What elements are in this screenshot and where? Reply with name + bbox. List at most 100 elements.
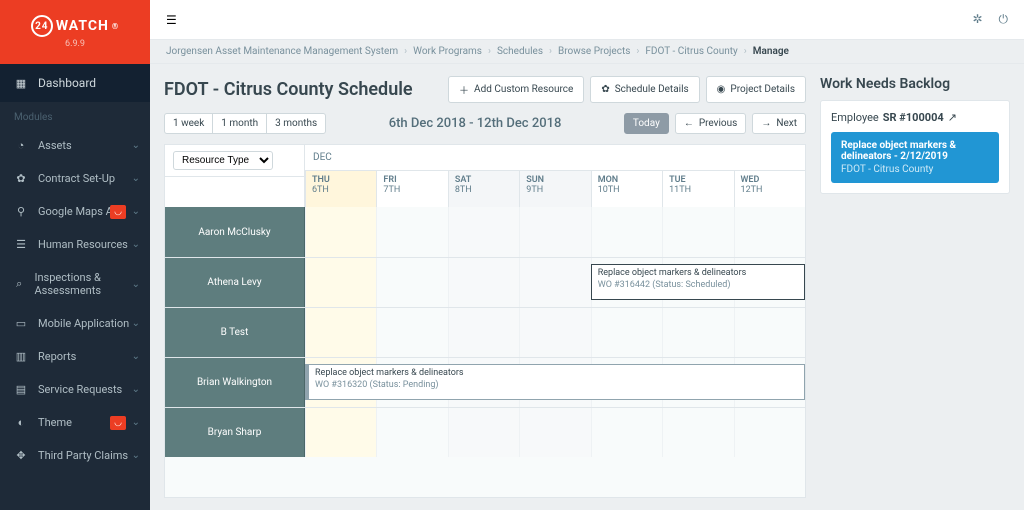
previous-button[interactable]: ← Previous <box>675 113 747 134</box>
breadcrumb-link[interactable]: Work Programs <box>413 46 482 57</box>
next-button[interactable]: → Next <box>752 113 806 134</box>
time-cell[interactable] <box>376 207 447 257</box>
sr-link[interactable]: Employee SR #100004 ↗ <box>831 111 999 124</box>
sidebar-item-inspections-assessments[interactable]: ⌕Inspections & Assessments⌄ <box>0 261 150 307</box>
scheduler: Resource Type DEC THU6THFRI7THSAT8THSUN9… <box>164 144 806 498</box>
resource-cell[interactable]: Brian Walkington <box>165 358 305 407</box>
pin-icon: ⚲ <box>14 205 28 218</box>
time-cell[interactable] <box>662 408 733 457</box>
backlog-work-item[interactable]: Replace object markers & delineators - 2… <box>831 132 999 183</box>
sidebar-item-label: Service Requests <box>38 383 122 396</box>
next-label: Next <box>776 118 797 129</box>
time-cell[interactable] <box>734 408 805 457</box>
day-header: MON10TH <box>591 171 662 207</box>
time-cell[interactable] <box>519 258 590 307</box>
time-cell[interactable] <box>448 207 519 257</box>
time-cell[interactable] <box>734 207 805 257</box>
resource-cell[interactable]: B Test <box>165 308 305 357</box>
sidebar-item-label: Theme <box>38 416 72 429</box>
schedule-details-label: Schedule Details <box>615 84 689 95</box>
sidebar-item-third-party-claims[interactable]: ✥Third Party Claims⌄ <box>0 439 150 472</box>
schedule-row: Athena Levy Replace object markers & deli… <box>165 257 805 307</box>
gear-icon: ✿ <box>601 84 609 95</box>
nav-dashboard[interactable]: ▦ Dashboard <box>0 64 150 102</box>
schedule-details-button[interactable]: ✿ Schedule Details <box>590 76 699 103</box>
today-button[interactable]: Today <box>624 113 669 134</box>
power-icon[interactable]: ⏻ <box>999 12 1009 27</box>
time-cell[interactable] <box>305 408 376 457</box>
time-cell[interactable] <box>305 308 376 357</box>
sidebar-item-google-maps-api[interactable]: ⚲Google Maps API◡⌄ <box>0 195 150 228</box>
sidebar-item-label: Third Party Claims <box>38 449 128 462</box>
time-cell[interactable] <box>591 408 662 457</box>
time-cell[interactable] <box>448 408 519 457</box>
sidebar-item-label: Reports <box>38 350 76 363</box>
chevron-down-icon: ⌄ <box>132 173 140 184</box>
sidebar-item-contract-set-up[interactable]: ✿Contract Set-Up⌄ <box>0 162 150 195</box>
breadcrumb-link[interactable]: FDOT - Citrus County <box>645 46 737 57</box>
time-cell[interactable] <box>662 207 733 257</box>
time-cells <box>305 308 805 357</box>
project-details-button[interactable]: ◉ Project Details <box>706 76 806 103</box>
topbar: ☰ ✲ ⏻ <box>150 0 1024 40</box>
time-cell[interactable] <box>376 408 447 457</box>
schedule-row: Aaron McClusky <box>165 207 805 257</box>
breadcrumb-link[interactable]: Browse Projects <box>558 46 630 57</box>
event-subtitle: WO #316320 (Status: Pending) <box>315 380 798 392</box>
schedule-event[interactable]: Replace object markers & delineatorsWO #… <box>305 364 805 400</box>
project-details-label: Project Details <box>730 84 795 95</box>
breadcrumb-link[interactable]: Schedules <box>497 46 543 57</box>
menu-toggle-icon[interactable]: ☰ <box>166 13 177 27</box>
time-cell[interactable] <box>448 308 519 357</box>
sidebar-item-mobile-application[interactable]: ▭Mobile Application⌄ <box>0 307 150 340</box>
time-cell[interactable] <box>519 207 590 257</box>
time-cell[interactable] <box>448 258 519 307</box>
resource-type-select[interactable]: Resource Type <box>173 151 273 170</box>
sidebar-item-assets[interactable]: ◔Assets⌄ <box>0 129 150 162</box>
time-cell[interactable] <box>591 207 662 257</box>
day-header: WED12TH <box>734 171 805 207</box>
time-cell[interactable] <box>376 258 447 307</box>
range-button-group: 1 week1 month3 months <box>164 113 326 134</box>
chevron-right-icon: › <box>404 46 407 57</box>
resource-cell[interactable]: Athena Levy <box>165 258 305 307</box>
time-cell[interactable] <box>519 308 590 357</box>
resource-cell[interactable]: Aaron McClusky <box>165 207 305 257</box>
page-title: FDOT - Citrus County Schedule <box>164 79 413 100</box>
chevron-right-icon: › <box>744 46 747 57</box>
schedule-row: B Test <box>165 307 805 357</box>
chevron-down-icon: ⌄ <box>132 206 140 217</box>
registered-icon: ® <box>112 22 119 31</box>
event-title: Replace object markers & delineators <box>598 268 798 280</box>
sidebar-item-reports[interactable]: ▥Reports⌄ <box>0 340 150 373</box>
add-custom-resource-button[interactable]: ＋ Add Custom Resource <box>448 76 584 103</box>
sidebar-item-label: Human Resources <box>38 238 128 251</box>
users-icon: ☰ <box>14 238 28 251</box>
range-button-1week[interactable]: 1 week <box>164 113 213 134</box>
backlog-card: Employee SR #100004 ↗ Replace object mar… <box>820 100 1010 194</box>
modules-header: Modules <box>0 102 150 129</box>
breadcrumb-link[interactable]: Jorgensen Asset Maintenance Management S… <box>166 46 398 57</box>
range-button-3months[interactable]: 3 months <box>266 113 326 134</box>
time-cell[interactable] <box>376 308 447 357</box>
eye-badge-icon: ◡ <box>110 416 126 430</box>
main: ☰ ✲ ⏻ Jorgensen Asset Maintenance Manage… <box>150 0 1024 510</box>
sidebar-item-theme[interactable]: ◐Theme◡⌄ <box>0 406 150 439</box>
sidebar-item-service-requests[interactable]: ▤Service Requests⌄ <box>0 373 150 406</box>
time-cell[interactable] <box>591 308 662 357</box>
sidebar-item-human-resources[interactable]: ☰Human Resources⌄ <box>0 228 150 261</box>
range-button-1month[interactable]: 1 month <box>212 113 267 134</box>
time-cell[interactable] <box>305 258 376 307</box>
breadcrumb-current: Manage <box>753 46 789 57</box>
time-cell[interactable] <box>305 207 376 257</box>
resource-cell[interactable]: Bryan Sharp <box>165 408 305 457</box>
eye-badge-icon: ◡ <box>110 205 126 219</box>
bug-icon[interactable]: ✲ <box>972 12 982 27</box>
time-cell[interactable] <box>734 308 805 357</box>
time-cell[interactable] <box>662 308 733 357</box>
time-cell[interactable] <box>519 408 590 457</box>
schedule-event[interactable]: Replace object markers & delineatorsWO #… <box>591 264 805 300</box>
chevron-down-icon: ⌄ <box>132 279 140 290</box>
chevron-down-icon: ⌄ <box>132 351 140 362</box>
chevron-right-icon: › <box>636 46 639 57</box>
